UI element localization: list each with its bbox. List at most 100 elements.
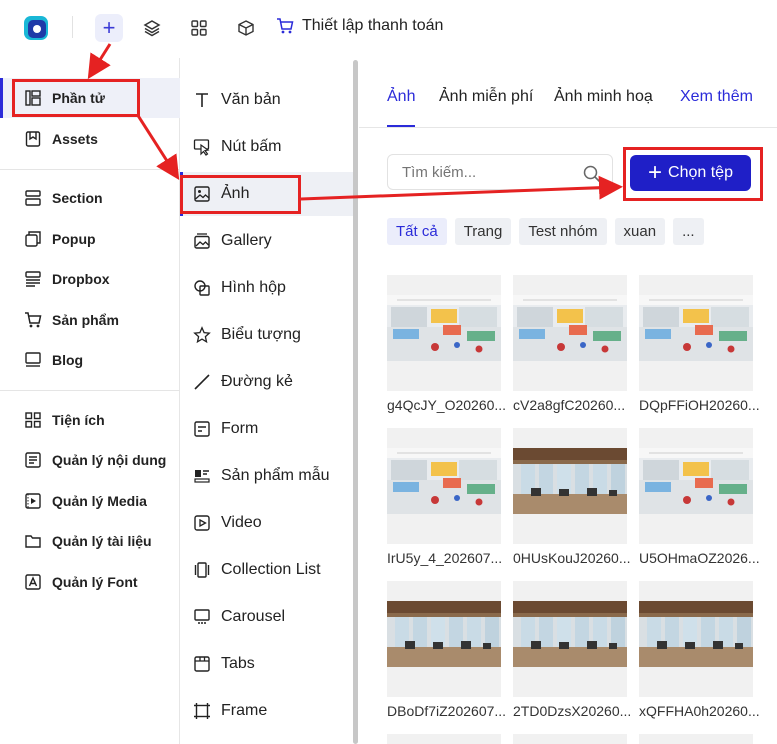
filter-chip-page[interactable]: Trang (454, 218, 512, 245)
star-icon (193, 326, 211, 344)
left-sidebar: Phần tử Assets Section Popup Dropbox Sản… (0, 58, 180, 744)
image-thumbnail[interactable] (639, 734, 753, 744)
sidebar-item-dropbox[interactable]: Dropbox (0, 259, 180, 299)
element-item-button[interactable]: Nút bấm (181, 125, 355, 169)
sidebar-item-label: Blog (52, 352, 84, 368)
layers-icon (143, 20, 161, 37)
image-thumbnail[interactable] (387, 275, 501, 391)
element-item-video[interactable]: Video (181, 501, 355, 545)
sidebar-item-label: Sản phẩm (52, 312, 119, 328)
element-item-form[interactable]: Form (181, 407, 355, 451)
image-thumbnail[interactable] (513, 428, 627, 544)
product-sample-icon (193, 467, 211, 485)
checkout-settings-link[interactable]: Thiết lập thanh toán (276, 17, 443, 35)
image-thumbnail[interactable] (639, 428, 753, 544)
image-thumbnail[interactable] (513, 581, 627, 697)
frame-icon (193, 702, 211, 720)
cart-icon (24, 311, 42, 329)
folder-icon (24, 532, 42, 550)
box-button[interactable] (232, 14, 260, 42)
video-icon (193, 514, 211, 532)
sidebar-item-blog[interactable]: Blog (0, 340, 180, 380)
section-icon (24, 189, 42, 207)
grid-button[interactable] (185, 14, 213, 42)
see-more-link[interactable]: Xem thêm (680, 88, 753, 106)
tab-free-images[interactable]: Ảnh miễn phí (439, 88, 533, 106)
image-filename: DQpFFiOH20260... (639, 397, 759, 413)
cursor-icon (193, 138, 211, 156)
sidebar-divider (0, 169, 180, 170)
element-item-product-sample[interactable]: Sản phẩm mẫu (181, 454, 355, 498)
element-item-label: Ảnh (221, 185, 250, 202)
layers-button[interactable] (138, 14, 166, 42)
element-item-label: Biểu tượng (221, 326, 301, 343)
image-thumbnail[interactable] (387, 428, 501, 544)
sidebar-item-fonts[interactable]: Quản lý Font (0, 562, 180, 602)
filter-chip-xuan[interactable]: xuan (614, 218, 666, 245)
image-thumbnail[interactable] (387, 734, 501, 744)
apps-icon (24, 411, 42, 429)
filter-chip-test-group[interactable]: Test nhóm (519, 218, 607, 245)
image-filename: DBoDf7iZ202607... (387, 703, 507, 719)
sidebar-item-utilities[interactable]: Tiện ích (0, 400, 180, 440)
sidebar-item-media[interactable]: Quản lý Media (0, 481, 180, 521)
sidebar-item-assets[interactable]: Assets (0, 119, 180, 159)
image-filename: IrU5y_4_202607... (387, 550, 503, 566)
element-item-text[interactable]: Văn bản (181, 78, 355, 122)
sidebar-item-label: Tiện ích (52, 412, 105, 428)
image-thumbnail[interactable] (639, 275, 753, 391)
image-filename: cV2a8gfC20260... (513, 397, 626, 413)
filter-chip-more[interactable]: ... (673, 218, 704, 245)
sidebar-item-documents[interactable]: Quản lý tài liệu (0, 521, 180, 561)
sidebar-item-label: Section (52, 190, 103, 206)
tabs-icon (193, 655, 211, 673)
element-list-scrollbar[interactable] (353, 60, 358, 744)
element-item-label: Carousel (221, 608, 286, 625)
element-item-image[interactable]: Ảnh (180, 172, 355, 216)
element-item-shapes[interactable]: Hình hộp (181, 266, 355, 310)
element-item-collection-list[interactable]: Collection List (181, 548, 355, 592)
tab-images[interactable]: Ảnh (387, 88, 415, 106)
sidebar-item-elements[interactable]: Phần tử (0, 78, 180, 118)
element-item-icon[interactable]: Biểu tượng (181, 313, 355, 357)
sidebar-item-content[interactable]: Quản lý nội dung (0, 440, 180, 480)
bookmark-icon (24, 130, 42, 148)
image-filename: g4QcJY_O20260... (387, 397, 507, 413)
image-preview (387, 601, 501, 667)
element-item-carousel[interactable]: Carousel (181, 595, 355, 639)
image-preview (387, 295, 501, 361)
image-filename: 0HUsKouJ20260... (513, 550, 631, 566)
sidebar-item-label: Assets (52, 131, 98, 147)
image-thumbnail[interactable] (513, 734, 627, 744)
element-item-tabs[interactable]: Tabs (181, 642, 355, 686)
choose-file-button[interactable]: + Chọn tệp (630, 155, 751, 191)
image-thumbnail[interactable] (513, 275, 627, 391)
element-item-label: Collection List (221, 561, 321, 578)
logo-icon[interactable] (22, 14, 50, 42)
toolbar-divider (72, 16, 73, 38)
search-input[interactable] (387, 154, 613, 190)
add-element-button[interactable]: + (95, 14, 123, 42)
image-source-tabs: Ảnh Ảnh miễn phí Ảnh minh hoạ Xem thêm (359, 58, 777, 128)
image-thumbnail[interactable] (639, 581, 753, 697)
image-library-panel: Ảnh Ảnh miễn phí Ảnh minh hoạ Xem thêm +… (359, 58, 777, 744)
collection-icon (193, 561, 211, 579)
sidebar-item-popup[interactable]: Popup (0, 219, 180, 259)
element-item-label: Hình hộp (221, 279, 286, 296)
filter-chip-all[interactable]: Tất cả (387, 218, 447, 245)
element-item-line[interactable]: Đường kẻ (181, 360, 355, 404)
image-thumbnail[interactable] (387, 581, 501, 697)
sidebar-item-label: Quản lý tài liệu (52, 533, 152, 549)
tab-illustrations[interactable]: Ảnh minh hoạ (554, 88, 653, 106)
sidebar-item-section[interactable]: Section (0, 178, 180, 218)
elements-icon (24, 89, 42, 107)
sidebar-item-products[interactable]: Sản phẩm (0, 300, 180, 340)
element-item-label: Văn bản (221, 91, 281, 108)
form-icon (193, 420, 211, 438)
search-icon[interactable] (582, 164, 602, 184)
element-item-frame[interactable]: Frame (181, 689, 355, 733)
media-icon (24, 492, 42, 510)
element-item-gallery[interactable]: Gallery (181, 219, 355, 263)
image-preview (639, 295, 753, 361)
sidebar-divider (0, 390, 180, 391)
